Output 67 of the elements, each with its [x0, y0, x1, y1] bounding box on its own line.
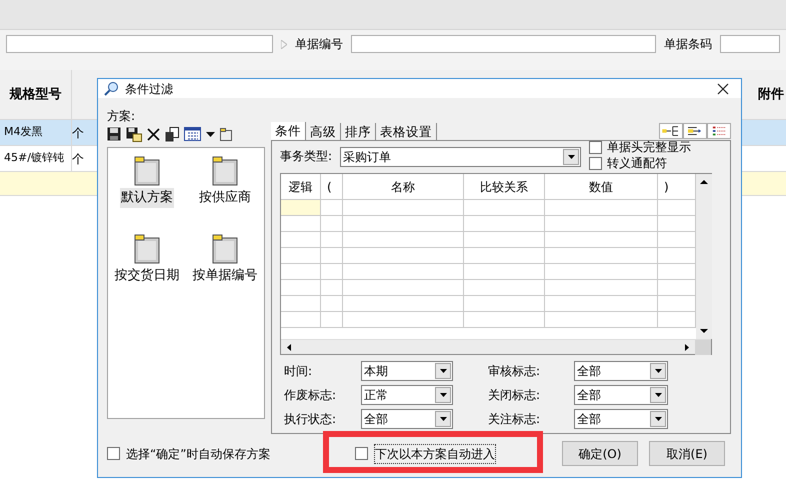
- horizontal-scrollbar[interactable]: [281, 339, 711, 354]
- field-label: 关注标志:: [488, 411, 542, 428]
- filter-dropdown[interactable]: 本期: [361, 361, 453, 382]
- filter-dropdown[interactable]: 全部: [574, 409, 668, 430]
- window-title: 条件过滤: [125, 80, 174, 98]
- checkbox[interactable]: [589, 140, 602, 154]
- field-label: 作废标志:: [283, 387, 338, 404]
- table-cell: M4发黑: [0, 120, 72, 145]
- dropdown-arrow-icon[interactable]: [206, 132, 215, 137]
- input-field[interactable]: [351, 35, 656, 53]
- checkbox-label: 单据头完整显示: [607, 139, 691, 156]
- folder-icon: [212, 156, 238, 186]
- input-field[interactable]: [720, 35, 780, 53]
- vertical-scrollbar[interactable]: [696, 174, 712, 340]
- filter-dropdown[interactable]: 正常: [361, 385, 453, 406]
- field-label: 执行状态:: [283, 411, 338, 428]
- column-header: 数值: [545, 174, 658, 200]
- save-as-icon[interactable]: [126, 126, 142, 142]
- checkbox[interactable]: [355, 447, 368, 460]
- folder-icon: [134, 156, 160, 186]
- column-header: (: [321, 174, 343, 200]
- filter-dropdown[interactable]: 全部: [574, 385, 668, 406]
- column-header: 逻辑: [281, 174, 321, 200]
- insert-row-icon[interactable]: [659, 123, 683, 140]
- scheme-item[interactable]: 按单据编号: [192, 266, 258, 286]
- arrow-icon: [281, 40, 287, 48]
- scheme-item[interactable]: 按供应商: [198, 188, 252, 208]
- table-cell-text: 个: [72, 150, 85, 168]
- dialog-button[interactable]: 取消(E): [649, 441, 725, 466]
- field-label: 事务类型:: [280, 148, 334, 166]
- field-label: 时间:: [283, 363, 314, 380]
- field-label: 关闭标志:: [488, 387, 542, 404]
- scheme-item[interactable]: 按交货日期: [114, 266, 180, 286]
- transaction-type-dropdown[interactable]: 采购订单: [340, 147, 581, 168]
- grid-icon[interactable]: [184, 127, 201, 142]
- scheme-label: 方案:: [107, 108, 136, 126]
- list-icon[interactable]: [707, 123, 731, 140]
- dialog-button[interactable]: 确定(O): [562, 441, 638, 466]
- column-header: 规格型号: [0, 70, 72, 119]
- checkbox[interactable]: [107, 447, 120, 460]
- scheme-item[interactable]: 默认方案: [120, 188, 174, 208]
- checkbox-label: 选择“确定”时自动保存方案: [126, 446, 270, 463]
- filter-dropdown[interactable]: 全部: [361, 409, 453, 430]
- tab[interactable]: 条件: [271, 122, 306, 140]
- checkbox-label: 转义通配符: [607, 155, 667, 172]
- close-icon[interactable]: [717, 82, 729, 95]
- table-cell-text: 个: [72, 124, 85, 142]
- checkbox[interactable]: [589, 156, 602, 170]
- input-field[interactable]: [6, 35, 273, 53]
- magnifier-icon: [104, 81, 119, 96]
- filter-label: 单据编号: [295, 36, 343, 53]
- save-icon[interactable]: [107, 127, 121, 142]
- append-row-icon[interactable]: [683, 123, 707, 140]
- folder-icon: [212, 234, 238, 264]
- filter-label: 单据条码: [664, 36, 712, 53]
- scrollbar-corner: [695, 340, 711, 356]
- checkbox-label: 下次以本方案自动进入: [374, 444, 496, 464]
- copy-icon[interactable]: [165, 126, 179, 142]
- column-header: 附件: [757, 86, 785, 104]
- column-header: 名称: [343, 174, 464, 200]
- folder-icon[interactable]: [220, 128, 232, 141]
- field-label: 审核标志:: [488, 363, 542, 380]
- table-cell: 45#/镀锌钝: [0, 146, 72, 171]
- folder-icon: [134, 234, 160, 264]
- column-header: 比较关系: [464, 174, 545, 200]
- delete-icon[interactable]: [147, 128, 160, 141]
- filter-dropdown[interactable]: 全部: [574, 361, 668, 382]
